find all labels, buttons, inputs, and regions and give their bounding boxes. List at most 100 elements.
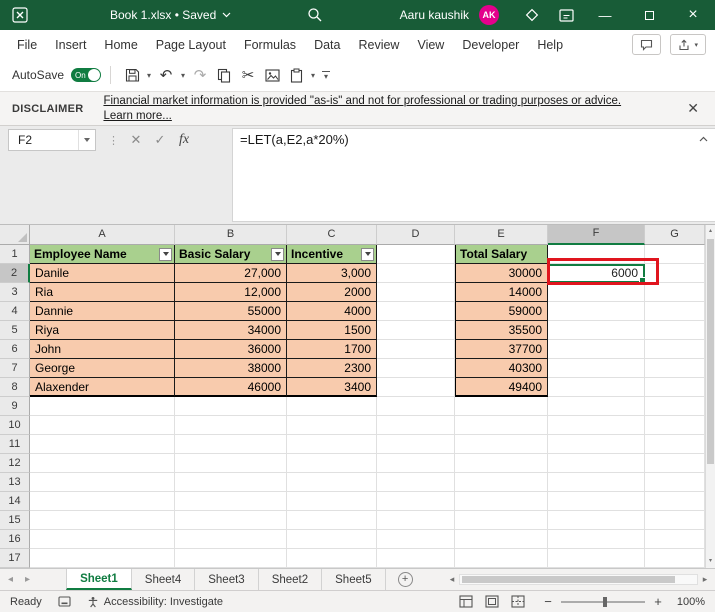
- cell-c3[interactable]: 2000: [287, 283, 377, 302]
- menu-tab-review[interactable]: Review: [349, 30, 408, 59]
- formula-input[interactable]: =LET(a,E2,a*20%): [232, 128, 715, 222]
- cell-b3[interactable]: 12,000: [175, 283, 287, 302]
- column-header-g[interactable]: G: [645, 225, 705, 245]
- cell-e3[interactable]: 14000: [455, 283, 548, 302]
- page-break-preview-icon[interactable]: [511, 595, 525, 608]
- cell-c2[interactable]: 3,000: [287, 264, 377, 283]
- cell-e17[interactable]: [455, 549, 548, 568]
- cell-b10[interactable]: [175, 416, 287, 435]
- cell-f2[interactable]: 6000: [548, 264, 645, 283]
- cell-c10[interactable]: [287, 416, 377, 435]
- row-header-17[interactable]: 17: [0, 549, 30, 568]
- minimize-button[interactable]: —: [583, 0, 627, 30]
- horizontal-scrollbar-thumb[interactable]: [462, 576, 675, 583]
- user-name[interactable]: Aaru kaushik: [400, 8, 469, 22]
- sheet-tab-sheet4[interactable]: Sheet4: [132, 569, 195, 590]
- cell-g7[interactable]: [645, 359, 705, 378]
- cell-c11[interactable]: [287, 435, 377, 454]
- undo-dropdown-chevron-icon[interactable]: ▾: [178, 71, 188, 80]
- cell-c14[interactable]: [287, 492, 377, 511]
- filter-button-a1[interactable]: [159, 248, 172, 261]
- row-header-7[interactable]: 7: [0, 359, 30, 378]
- cell-b8[interactable]: 46000: [175, 378, 287, 397]
- vertical-scrollbar-thumb[interactable]: [707, 239, 714, 464]
- cancel-icon[interactable]: ✕: [125, 132, 147, 148]
- share-button[interactable]: ▾: [670, 34, 706, 55]
- column-header-a[interactable]: A: [30, 225, 175, 245]
- cell-a15[interactable]: [30, 511, 175, 530]
- cell-d4[interactable]: [377, 302, 455, 321]
- row-header-13[interactable]: 13: [0, 473, 30, 492]
- cell-e4[interactable]: 59000: [455, 302, 548, 321]
- cell-d9[interactable]: [377, 397, 455, 416]
- cell-e9[interactable]: [455, 397, 548, 416]
- cell-g1[interactable]: [645, 245, 705, 264]
- row-header-8[interactable]: 8: [0, 378, 30, 397]
- cell-b16[interactable]: [175, 530, 287, 549]
- cell-c7[interactable]: 2300: [287, 359, 377, 378]
- cell-c13[interactable]: [287, 473, 377, 492]
- menu-tab-page-layout[interactable]: Page Layout: [147, 30, 235, 59]
- scroll-left-icon[interactable]: ◂: [445, 574, 459, 585]
- column-header-c[interactable]: C: [287, 225, 377, 245]
- row-header-15[interactable]: 15: [0, 511, 30, 530]
- cell-f1[interactable]: [548, 245, 645, 264]
- cell-f17[interactable]: [548, 549, 645, 568]
- menu-tab-help[interactable]: Help: [528, 30, 572, 59]
- zoom-level[interactable]: 100%: [673, 596, 705, 608]
- sheet-tab-sheet1[interactable]: Sheet1: [66, 569, 132, 590]
- copy-icon[interactable]: [212, 63, 236, 87]
- cell-a5[interactable]: Riya: [30, 321, 175, 340]
- cell-d15[interactable]: [377, 511, 455, 530]
- cell-e8[interactable]: 49400: [455, 378, 548, 397]
- cell-g17[interactable]: [645, 549, 705, 568]
- cell-g2[interactable]: [645, 264, 705, 283]
- cell-g3[interactable]: [645, 283, 705, 302]
- collapse-formula-bar-icon[interactable]: [699, 136, 708, 142]
- cell-f5[interactable]: [548, 321, 645, 340]
- excel-app-icon[interactable]: [12, 7, 28, 23]
- cell-a4[interactable]: Dannie: [30, 302, 175, 321]
- cell-f6[interactable]: [548, 340, 645, 359]
- row-header-1[interactable]: 1: [0, 245, 30, 264]
- search-icon[interactable]: [307, 7, 323, 23]
- cell-b17[interactable]: [175, 549, 287, 568]
- row-header-11[interactable]: 11: [0, 435, 30, 454]
- cell-d12[interactable]: [377, 454, 455, 473]
- cell-e6[interactable]: 37700: [455, 340, 548, 359]
- cell-d5[interactable]: [377, 321, 455, 340]
- cell-d6[interactable]: [377, 340, 455, 359]
- page-layout-view-icon[interactable]: [485, 595, 499, 608]
- cell-b7[interactable]: 38000: [175, 359, 287, 378]
- enter-icon[interactable]: ✓: [149, 132, 171, 148]
- column-header-d[interactable]: D: [377, 225, 455, 245]
- cell-b14[interactable]: [175, 492, 287, 511]
- cell-b11[interactable]: [175, 435, 287, 454]
- cell-g14[interactable]: [645, 492, 705, 511]
- filter-button-b1[interactable]: [271, 248, 284, 261]
- cell-e11[interactable]: [455, 435, 548, 454]
- cell-c4[interactable]: 4000: [287, 302, 377, 321]
- sheet-tab-sheet3[interactable]: Sheet3: [195, 569, 258, 590]
- autosave-toggle[interactable]: On: [71, 68, 101, 82]
- accessibility-icon[interactable]: [87, 596, 99, 608]
- paste-icon[interactable]: [284, 63, 308, 87]
- cell-b9[interactable]: [175, 397, 287, 416]
- zoom-in-button[interactable]: +: [653, 594, 663, 609]
- cell-a1[interactable]: Employee Name: [30, 245, 175, 264]
- cell-d17[interactable]: [377, 549, 455, 568]
- cell-d2[interactable]: [377, 264, 455, 283]
- cell-a12[interactable]: [30, 454, 175, 473]
- cell-f12[interactable]: [548, 454, 645, 473]
- cell-d3[interactable]: [377, 283, 455, 302]
- cell-f13[interactable]: [548, 473, 645, 492]
- horizontal-scrollbar[interactable]: ◂ ▸: [445, 569, 715, 590]
- cell-f15[interactable]: [548, 511, 645, 530]
- row-header-10[interactable]: 10: [0, 416, 30, 435]
- menu-tab-developer[interactable]: Developer: [453, 30, 528, 59]
- cell-g16[interactable]: [645, 530, 705, 549]
- cell-b15[interactable]: [175, 511, 287, 530]
- cell-g10[interactable]: [645, 416, 705, 435]
- row-header-12[interactable]: 12: [0, 454, 30, 473]
- cell-g5[interactable]: [645, 321, 705, 340]
